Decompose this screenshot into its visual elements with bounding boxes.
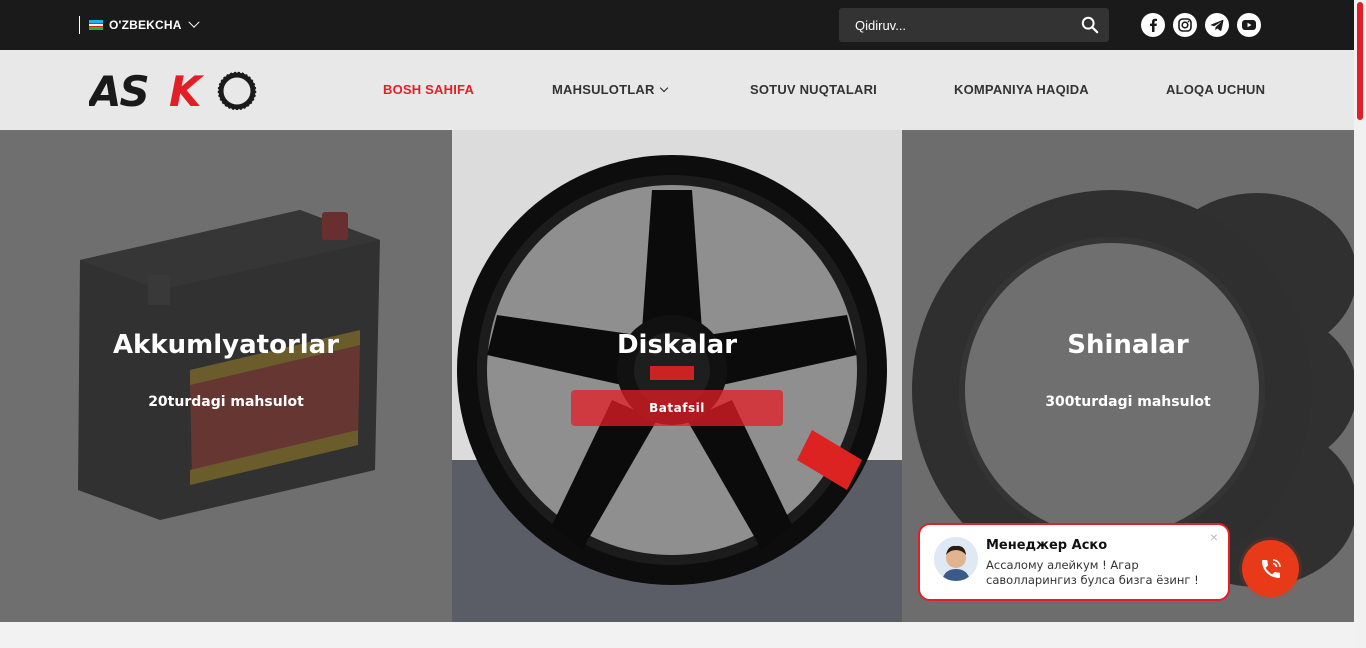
category-wheels[interactable]: Diskalar Batafsil — [452, 130, 902, 622]
search-icon[interactable] — [1081, 16, 1099, 34]
search-box — [839, 8, 1109, 42]
next-section-strip — [0, 622, 1354, 648]
manager-avatar — [934, 537, 978, 581]
panel-overlay — [0, 130, 452, 622]
page-scrollbar[interactable] — [1354, 0, 1366, 648]
youtube-icon[interactable] — [1237, 13, 1261, 37]
nav-home[interactable]: BOSH SAHIFA — [383, 82, 474, 97]
nav-sales-points[interactable]: SOTUV NUQTALARI — [750, 82, 877, 97]
svg-text:AS: AS — [89, 70, 148, 110]
chevron-down-icon — [187, 16, 200, 28]
language-label: O'ZBEKCHA — [109, 18, 182, 32]
call-button[interactable] — [1242, 540, 1299, 597]
scrollbar-thumb[interactable] — [1357, 2, 1363, 120]
category-batteries[interactable]: Akkumlyatorlar 20turdagi mahsulot — [0, 130, 452, 622]
main-header: AS K BOSH SAHIFA MAHSULOTLAR SOTUV NUQTA… — [0, 50, 1354, 130]
chat-popup[interactable]: Менеджер Аско Ассалому алейкум ! Агар са… — [918, 523, 1230, 601]
nav-about[interactable]: KOMPANIYA HAQIDA — [954, 82, 1089, 97]
wheel-image — [452, 130, 902, 622]
nav-contact[interactable]: ALOQA UCHUN — [1166, 82, 1265, 97]
facebook-icon[interactable] — [1141, 13, 1165, 37]
asko-logo[interactable]: AS K — [89, 70, 259, 110]
phone-icon — [1261, 558, 1281, 578]
category-count: 20turdagi mahsulot — [148, 394, 304, 410]
svg-text:K: K — [169, 70, 205, 110]
category-title: Akkumlyatorlar — [112, 330, 340, 360]
nav-products[interactable]: MAHSULOTLAR — [552, 82, 668, 97]
chevron-down-icon — [659, 83, 668, 93]
close-icon[interactable]: × — [1210, 529, 1218, 545]
uzbekistan-flag-icon — [89, 20, 103, 31]
chat-message: Ассалому алейкум ! Агар саволларингиз бу… — [986, 558, 1199, 587]
category-title: Shinalar — [1067, 330, 1189, 360]
details-button[interactable]: Batafsil — [571, 390, 783, 426]
category-title: Diskalar — [616, 330, 738, 360]
instagram-icon[interactable] — [1173, 13, 1197, 37]
top-bar: O'ZBEKCHA — [0, 0, 1354, 50]
manager-name: Менеджер Аско — [986, 538, 1108, 553]
category-count: 300turdagi mahsulot — [1045, 394, 1211, 410]
telegram-icon[interactable] — [1205, 13, 1229, 37]
search-input[interactable] — [839, 8, 1069, 42]
language-selector[interactable]: O'ZBEKCHA — [79, 16, 200, 34]
